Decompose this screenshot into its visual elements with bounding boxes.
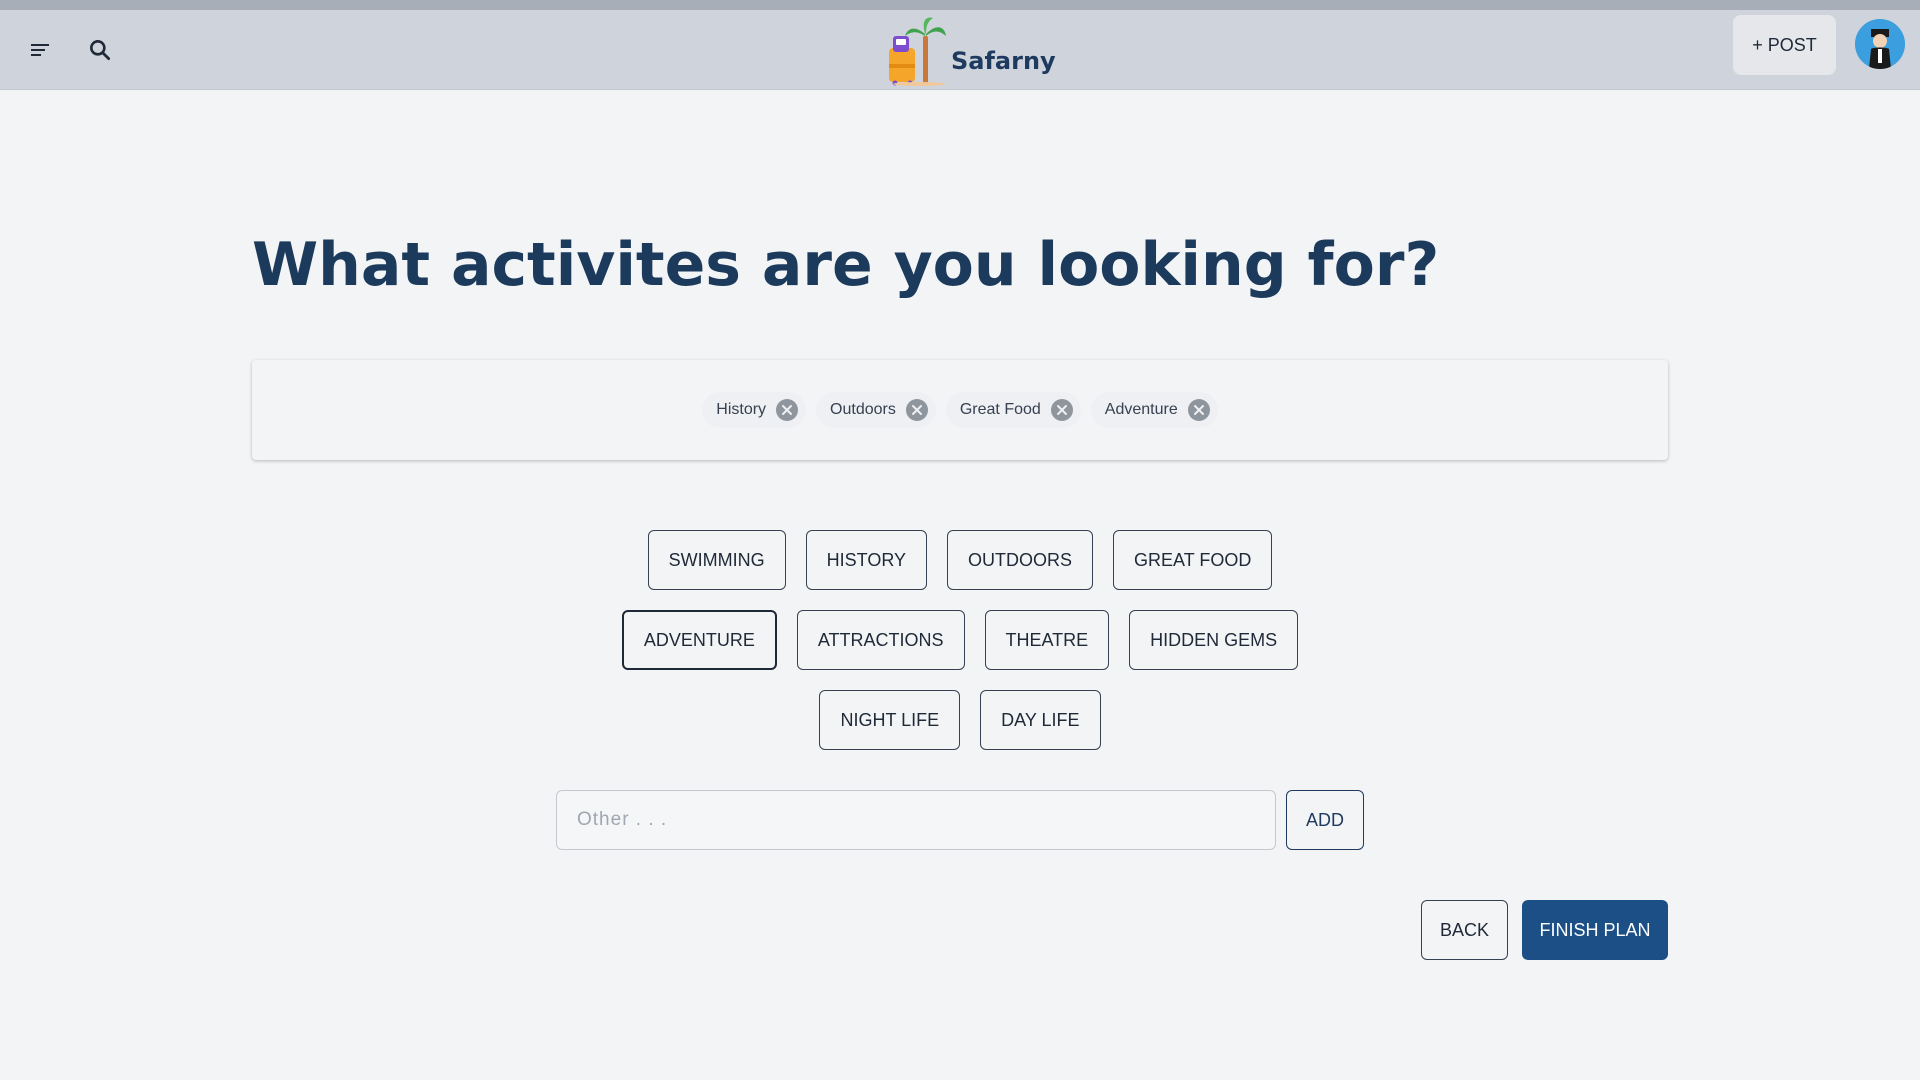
search-button[interactable] [80,30,120,70]
chip-adventure: Adventure [1090,392,1218,428]
chip-great-food: Great Food [945,392,1081,428]
activity-options: SWIMMING HISTORY OUTDOORS GREAT FOOD ADV… [0,530,1920,770]
option-hidden-gems[interactable]: HIDDEN GEMS [1129,610,1299,670]
post-button[interactable]: + POST [1733,15,1836,75]
option-attractions[interactable]: ATTRACTIONS [796,610,965,670]
user-avatar-icon [1855,19,1905,69]
chip-label: Great Food [959,401,1041,418]
chip-outdoors: Outdoors [816,392,936,428]
page-title: What activites are you looking for? [252,230,1440,300]
close-icon [1056,405,1067,415]
chip-remove-button[interactable] [905,399,928,421]
other-activity-input[interactable] [556,790,1276,850]
app-header: Safarny + POST [0,10,1920,90]
close-icon [1193,405,1204,415]
brand-logo[interactable]: Safarny [883,12,1056,88]
close-icon [782,405,793,415]
close-icon [911,405,922,415]
chip-label: Adventure [1104,401,1178,418]
search-icon [90,40,111,61]
menu-button[interactable] [20,30,60,70]
option-day-life[interactable]: DAY LIFE [980,690,1101,750]
top-strip [0,0,1920,10]
option-outdoors[interactable]: OUTDOORS [947,530,1094,590]
chip-remove-button[interactable] [1187,399,1210,421]
options-row: NIGHT LIFE DAY LIFE [0,690,1920,750]
add-button[interactable]: ADD [1286,790,1364,850]
selected-activities-box: History Outdoors Great Food Adventure [252,360,1668,460]
menu-icon [31,44,49,56]
chip-remove-button[interactable] [776,399,799,421]
option-adventure[interactable]: ADVENTURE [621,610,777,670]
option-history[interactable]: HISTORY [805,530,927,590]
chip-history: History [702,392,807,428]
options-row: SWIMMING HISTORY OUTDOORS GREAT FOOD [0,530,1920,590]
options-row: ADVENTURE ATTRACTIONS THEATRE HIDDEN GEM… [0,610,1920,670]
option-theatre[interactable]: THEATRE [984,610,1110,670]
avatar[interactable] [1855,19,1905,69]
option-swimming[interactable]: SWIMMING [647,530,786,590]
chip-label: History [716,401,767,418]
finish-plan-button[interactable]: FINISH PLAN [1522,900,1668,960]
palm-suitcase-logo [889,17,946,86]
option-night-life[interactable]: NIGHT LIFE [819,690,961,750]
chip-label: Outdoors [830,401,896,418]
back-button[interactable]: BACK [1421,900,1508,960]
option-great-food[interactable]: GREAT FOOD [1113,530,1273,590]
brand-name: Safarny [951,47,1056,75]
chip-remove-button[interactable] [1050,399,1073,421]
